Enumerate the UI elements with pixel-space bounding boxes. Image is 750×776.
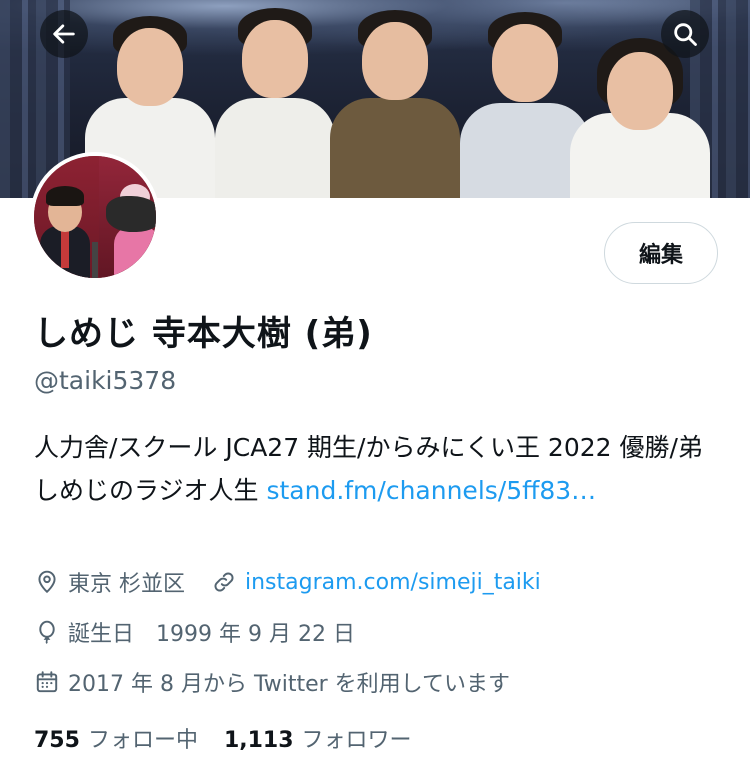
following-count: 755: [34, 728, 80, 753]
back-button[interactable]: [40, 10, 88, 58]
followers-label: フォロワー: [301, 728, 412, 753]
joined-row: 2017 年 8 月から Twitter を利用しています: [34, 666, 510, 698]
search-icon: [674, 23, 697, 46]
follow-stats: 755 フォロー中 1,113 フォロワー: [34, 722, 412, 754]
user-handle: @taiki5378: [34, 366, 177, 395]
location-text: 東京 杉並区: [68, 572, 185, 597]
banner-person: [215, 8, 335, 198]
birthday-row: 誕生日 1999 年 9 月 22 日: [34, 616, 355, 648]
calendar-icon: [36, 671, 58, 693]
display-name: しめじ 寺本大樹 (弟): [34, 314, 373, 354]
location-pin-icon: [38, 570, 56, 594]
balloon-icon: [39, 620, 55, 644]
search-button[interactable]: [661, 10, 709, 58]
joined-text: 2017 年 8 月から Twitter を利用しています: [68, 672, 511, 697]
website-link[interactable]: instagram.com/simeji_taiki: [245, 570, 541, 595]
location-website-row: 東京 杉並区 instagram.com/simeji_taiki: [34, 566, 541, 598]
followers-link[interactable]: 1,113 フォロワー: [224, 722, 412, 754]
profile-bio: 人力舎/スクール JCA27 期生/からみにくい王 2022 優勝/弟 しめじの…: [34, 426, 714, 512]
avatar[interactable]: [30, 152, 160, 282]
link-icon: [214, 572, 234, 592]
arrow-left-icon: [53, 24, 75, 44]
birthday-text: 誕生日 1999 年 9 月 22 日: [68, 622, 355, 647]
bio-link[interactable]: stand.fm/channels/5ff83…: [266, 476, 596, 505]
followers-count: 1,113: [223, 728, 294, 753]
banner-person: [330, 8, 460, 198]
following-link[interactable]: 755 フォロー中: [34, 722, 198, 754]
following-label: フォロー中: [87, 728, 198, 753]
edit-profile-button[interactable]: 編集: [604, 222, 718, 284]
